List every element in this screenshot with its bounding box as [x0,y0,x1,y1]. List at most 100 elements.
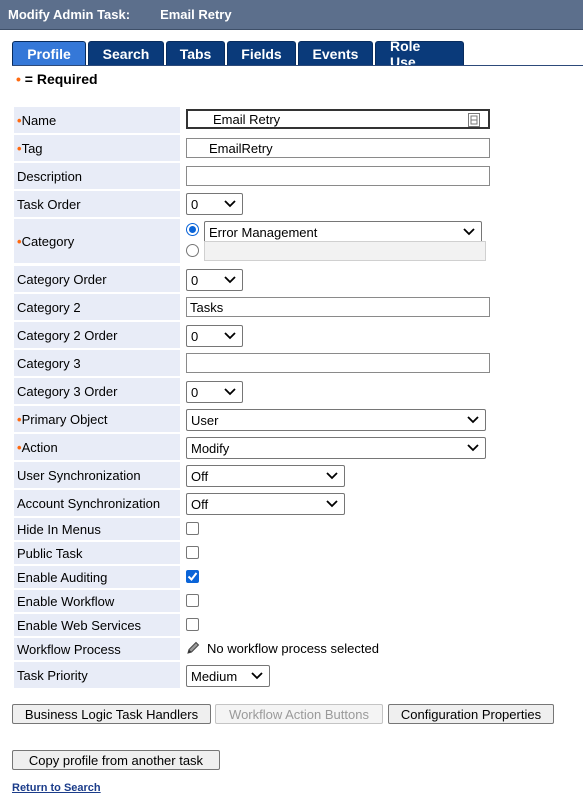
tab-role-use[interactable]: Role Use [375,38,464,70]
label-text: Category 2 [17,299,81,315]
chevron-down-icon [467,444,479,452]
label-text: Account Synchronization [17,495,161,511]
workflow-process-text: No workflow process selected [207,641,379,656]
enable-workflow-checkbox[interactable] [186,594,199,607]
label-category-3-order: Category 3 Order [14,378,180,404]
label-account-sync: Account Synchronization [14,490,180,516]
tab-search[interactable]: Search [88,41,164,65]
label-enable-auditing: Enable Auditing [14,566,180,588]
category-order-value: 0 [191,272,199,288]
tag-value: EmailRetry [209,140,273,156]
label-text: Category [21,233,75,249]
label-text: Category 3 [17,355,81,371]
category-2-order-value: 0 [191,328,199,344]
label-text: Description [17,168,83,184]
label-task-order: Task Order [14,191,180,217]
label-workflow-process: Workflow Process [14,638,180,660]
chevron-down-icon [224,388,236,396]
label-enable-web-services: Enable Web Services [14,614,180,636]
label-hide-in-menus: Hide In Menus [14,518,180,540]
category-2-field[interactable]: Tasks [186,297,490,317]
chevron-down-icon [463,228,475,236]
label-text: Task Priority [17,667,88,683]
label-public-task: Public Task [14,542,180,564]
user-sync-value: Off [191,468,209,484]
pencil-icon[interactable] [186,641,200,655]
chevron-down-icon [326,500,338,508]
label-text: Enable Workflow [17,593,115,609]
label-description: Description [14,163,180,189]
public-task-checkbox[interactable] [186,546,199,559]
label-category-3: Category 3 [14,350,180,376]
tab-underline [12,65,583,66]
translate-icon[interactable] [468,113,480,127]
primary-object-select[interactable]: User [186,409,486,431]
label-text: Action [21,439,58,455]
task-name: Email Retry [160,7,232,22]
workflow-action-buttons-button: Workflow Action Buttons [215,704,383,724]
category-order-select[interactable]: 0 [186,269,243,291]
return-to-search-link[interactable]: Return to Search [12,782,101,794]
label-user-sync: User Synchronization [14,462,180,488]
label-text: Primary Object [21,411,108,427]
account-sync-value: Off [191,496,209,512]
label-text: Enable Web Services [17,617,142,633]
label-category-order: Category Order [14,266,180,292]
description-field[interactable] [186,166,490,186]
category-select-radio[interactable] [186,223,199,236]
chevron-down-icon [467,416,479,424]
account-sync-select[interactable]: Off [186,493,345,515]
task-priority-value: Medium [191,668,238,684]
label-text: Name [21,112,57,128]
label-text: Enable Auditing [17,569,108,585]
label-action: • Action [14,434,180,460]
label-enable-workflow: Enable Workflow [14,590,180,612]
label-task-priority: Task Priority [14,662,180,688]
task-priority-select[interactable]: Medium [186,665,270,687]
label-name: • Name [14,107,180,133]
category-3-field[interactable] [186,353,490,373]
task-order-value: 0 [191,196,199,212]
required-marker: • [16,71,21,87]
business-logic-button[interactable]: Business Logic Task Handlers [12,704,211,724]
label-text: Workflow Process [17,641,121,657]
primary-object-value: User [191,412,219,428]
category-value: Error Management [209,224,318,240]
label-text: Category 3 Order [17,383,118,399]
tab-tabs[interactable]: Tabs [166,41,225,65]
label-text: User Synchronization [17,467,141,483]
user-sync-select[interactable]: Off [186,465,345,487]
action-select[interactable]: Modify [186,437,486,459]
hide-in-menus-checkbox[interactable] [186,522,199,535]
name-field[interactable]: Email Retry [186,109,490,129]
task-order-select[interactable]: 0 [186,193,243,215]
category-custom-radio[interactable] [186,244,199,257]
tag-field[interactable]: EmailRetry [186,138,490,158]
category-custom-field[interactable] [204,241,486,261]
copy-profile-button[interactable]: Copy profile from another task [12,750,220,770]
label-text: Category 2 Order [17,327,118,343]
required-text: = Required [24,71,98,87]
tab-fields[interactable]: Fields [227,41,296,65]
category-2-value: Tasks [190,299,224,315]
configuration-properties-button[interactable]: Configuration Properties [388,704,554,724]
label-text: Public Task [17,545,83,561]
category-select[interactable]: Error Management [204,221,482,243]
checkmark-icon [187,572,198,582]
tab-events[interactable]: Events [298,41,373,65]
enable-web-services-checkbox[interactable] [186,618,199,631]
category-2-order-select[interactable]: 0 [186,325,243,347]
label-primary-object: • Primary Object [14,406,180,432]
required-note: • = Required [16,71,98,87]
label-text: Tag [21,140,43,156]
category-3-order-select[interactable]: 0 [186,381,243,403]
label-category: • Category [14,219,180,263]
label-tag: • Tag [14,135,180,161]
tab-profile[interactable]: Profile [12,41,86,65]
title-bar: Modify Admin Task: Email Retry [0,0,583,30]
chevron-down-icon [224,276,236,284]
enable-auditing-checkbox[interactable] [186,570,199,583]
chevron-down-icon [326,472,338,480]
name-value: Email Retry [213,111,281,127]
label-category-2: Category 2 [14,294,180,320]
